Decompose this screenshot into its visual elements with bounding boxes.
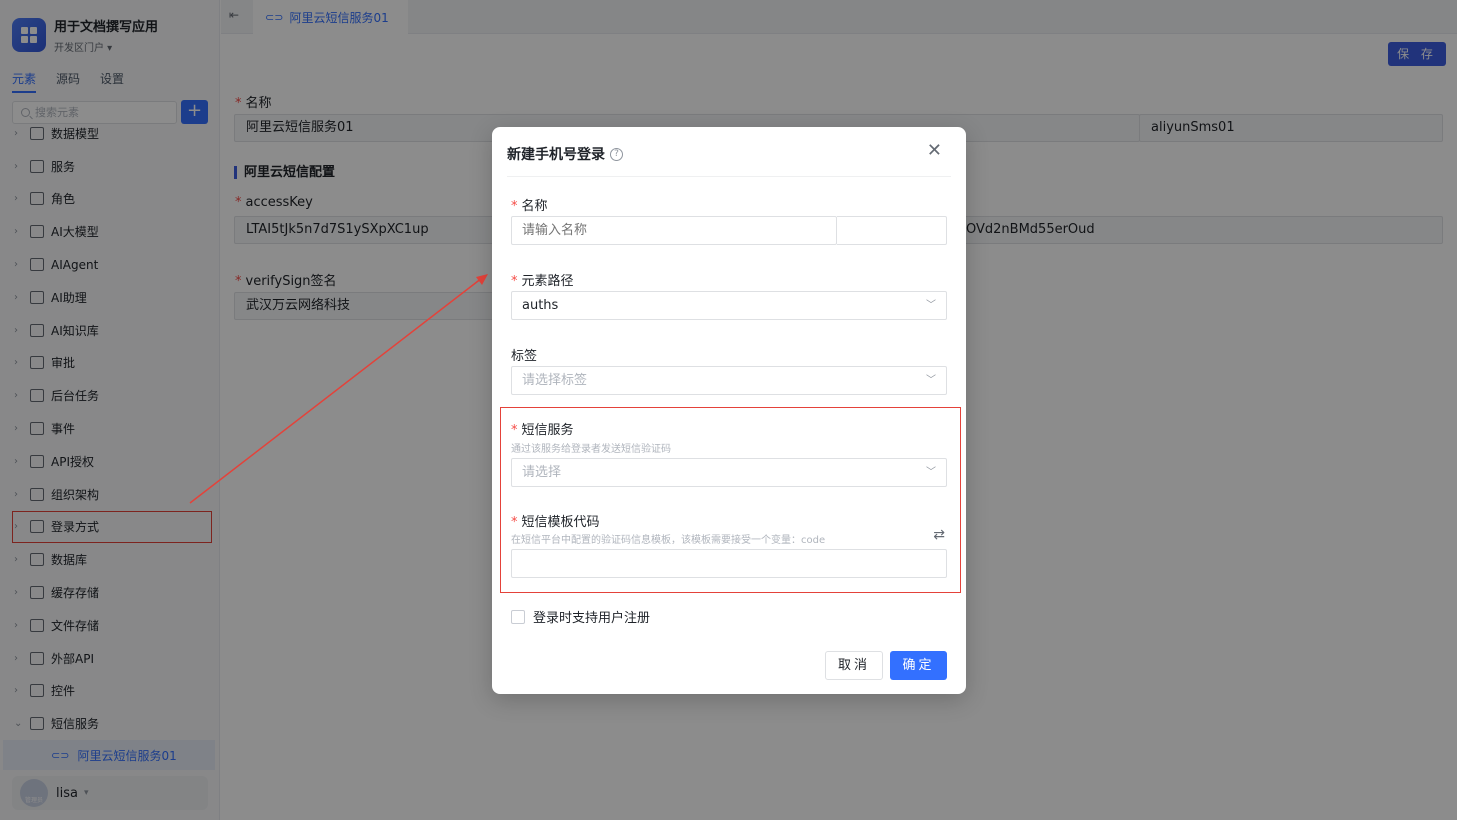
tag-select[interactable]: 请选择标签 ﹀ bbox=[511, 366, 947, 395]
divider bbox=[507, 176, 951, 177]
help-icon[interactable]: ? bbox=[610, 147, 623, 161]
swap-icon[interactable]: ⇄ bbox=[933, 527, 945, 543]
sms-field-hint: 通过该服务给登录者发送短信验证码 bbox=[511, 444, 671, 455]
confirm-button[interactable]: 确定 bbox=[890, 651, 947, 680]
template-field-label: * 短信模板代码 bbox=[511, 515, 600, 530]
template-field-hint: 在短信平台中配置的验证码信息模板，该模板需要接受一个变量：code bbox=[511, 535, 826, 546]
dialog-title: 新建手机号登录 ? bbox=[507, 144, 623, 164]
close-icon[interactable]: ✕ bbox=[927, 140, 942, 161]
sms-service-select[interactable]: 请选择 ﹀ bbox=[511, 458, 947, 487]
path-select[interactable]: auths ﹀ bbox=[511, 291, 947, 320]
register-option[interactable]: 登录时支持用户注册 bbox=[511, 607, 650, 626]
cancel-button[interactable]: 取消 bbox=[825, 651, 883, 680]
template-code-input[interactable] bbox=[511, 549, 947, 578]
chevron-down-icon: ﹀ bbox=[926, 467, 936, 478]
path-field-label: * 元素路径 bbox=[511, 274, 574, 289]
register-checkbox[interactable] bbox=[511, 609, 525, 624]
chevron-down-icon: ﹀ bbox=[926, 300, 936, 311]
path-value: auths bbox=[522, 298, 559, 313]
name-field[interactable] bbox=[511, 216, 837, 245]
name-code-field[interactable] bbox=[837, 216, 947, 245]
sms-field-label: * 短信服务 bbox=[511, 423, 574, 438]
new-phone-login-dialog: 新建手机号登录 ? ✕ *名称 *元素路径 auths ﹀ 标签 请选择标签 ﹀… bbox=[492, 127, 966, 694]
chevron-down-icon: ﹀ bbox=[926, 375, 936, 386]
tag-field-label: 标签 bbox=[511, 349, 538, 364]
register-label: 登录时支持用户注册 bbox=[533, 611, 651, 626]
tag-placeholder: 请选择标签 bbox=[522, 373, 588, 388]
name-field-label: * 名称 bbox=[511, 199, 548, 214]
sms-placeholder: 请选择 bbox=[522, 465, 562, 480]
